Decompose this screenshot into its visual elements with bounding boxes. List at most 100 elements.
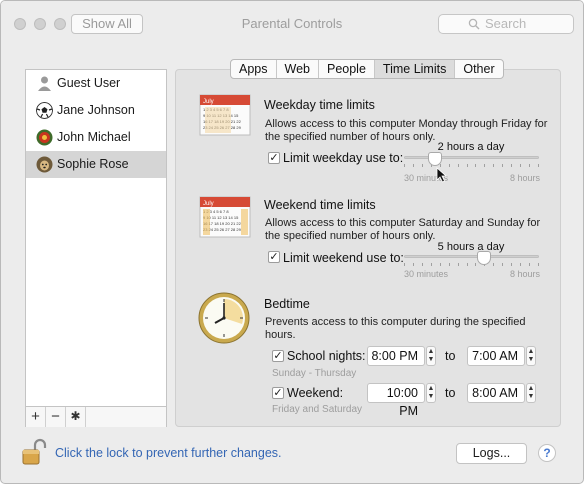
school-nights-from-stepper[interactable]: ▲ ▼ — [426, 346, 436, 366]
mouse-cursor-icon — [436, 167, 448, 183]
weekend-bedtime-checkbox[interactable]: ✓ — [272, 387, 284, 399]
bedtime-clock-icon — [198, 292, 250, 344]
slider-tick — [511, 263, 513, 266]
search-icon — [468, 18, 480, 30]
weekend-checkbox[interactable]: ✓ — [268, 251, 280, 263]
slider-tick — [538, 263, 539, 266]
parental-controls-window: Show All Parental Controls Search Guest … — [0, 0, 584, 484]
soccer-ball-avatar — [36, 102, 53, 119]
school-nights-checkbox[interactable]: ✓ — [272, 350, 284, 362]
slider-tick — [448, 263, 450, 266]
weekday-checkbox-label: Limit weekday use to: — [283, 151, 404, 165]
slider-tick — [412, 263, 414, 266]
user-item-john[interactable]: John Michael — [26, 124, 166, 151]
tab-bar: Apps Web People Time Limits Other — [230, 59, 504, 79]
weekend-bedtime-label: Weekend: — [287, 386, 344, 400]
dog-avatar — [36, 156, 53, 173]
slider-tick — [404, 164, 405, 167]
weekend-title: Weekend time limits — [264, 198, 376, 212]
weekday-title: Weekday time limits — [264, 98, 375, 112]
slider-tick — [412, 164, 414, 167]
slider-tick — [448, 164, 450, 167]
bedtime-title: Bedtime — [264, 297, 310, 311]
user-name: Guest User — [57, 76, 121, 90]
user-item-sophie[interactable]: Sophie Rose — [26, 151, 166, 178]
remove-user-button[interactable]: − — [46, 407, 66, 427]
weekday-calendar-icon: July 1 2 3 4 5 6 7 89 10 11 12 13 14 15 … — [199, 94, 251, 136]
slider-tick — [439, 263, 441, 266]
weekend-checkbox-label: Limit weekend use to: — [283, 251, 404, 265]
weekday-slider[interactable] — [404, 152, 539, 172]
logs-button[interactable]: Logs... — [456, 443, 527, 464]
weekend-to-stepper[interactable]: ▲ ▼ — [526, 383, 536, 403]
calendar-month: July — [203, 99, 214, 105]
slider-tick — [484, 164, 486, 167]
slider-tick — [520, 164, 522, 167]
slider-tick — [493, 164, 495, 167]
tab-time-limits[interactable]: Time Limits — [374, 60, 456, 78]
school-nights-label: School nights: — [287, 349, 366, 363]
slider-tick — [529, 263, 531, 266]
flower-avatar — [36, 129, 53, 146]
slider-tick — [502, 164, 504, 167]
user-list-toolbar: + − ✱ — [26, 406, 166, 427]
user-list: Guest User Jane Johnson John Michael Sop… — [25, 69, 167, 427]
slider-tick — [404, 263, 405, 266]
weekend-days: Friday and Saturday — [272, 404, 363, 415]
slider-tick — [457, 263, 459, 266]
weekend-slider-knob[interactable] — [476, 251, 491, 265]
guest-user-icon — [38, 76, 51, 91]
weekend-calendar-icon: July 1 2 3 4 5 6 7 89 10 11 12 13 14 15 … — [199, 196, 251, 238]
titlebar: Show All Parental Controls Search — [1, 1, 583, 45]
weekend-min-label: 30 minutes — [404, 269, 449, 279]
slider-tick — [493, 263, 495, 266]
tab-apps[interactable]: Apps — [231, 60, 277, 78]
school-nights-from-field[interactable]: 8:00 PM — [367, 346, 425, 366]
slider-tick — [466, 164, 468, 167]
tab-other[interactable]: Other — [455, 60, 502, 78]
user-name: Jane Johnson — [57, 103, 135, 117]
slider-tick — [466, 263, 468, 266]
weekend-slider[interactable] — [404, 251, 539, 271]
weekday-max-label: 8 hours — [510, 173, 541, 183]
slider-tick — [475, 164, 477, 167]
slider-tick — [529, 164, 531, 167]
weekend-description: Allows access to this computer Saturday … — [265, 217, 541, 242]
slider-tick — [511, 164, 513, 167]
weekday-slider-track — [404, 156, 539, 159]
lock-icon[interactable] — [21, 438, 47, 466]
weekend-from-stepper[interactable]: ▲ ▼ — [426, 383, 436, 403]
slider-tick — [475, 263, 477, 266]
weekend-from-field[interactable]: 10:00 PM — [367, 383, 425, 418]
slider-tick — [421, 164, 423, 167]
weekend-to-label: to — [445, 386, 456, 400]
add-user-button[interactable]: + — [26, 407, 46, 427]
slider-tick — [502, 263, 504, 266]
calendar-month: July — [203, 201, 214, 207]
weekday-checkbox[interactable]: ✓ — [268, 152, 280, 164]
help-button[interactable]: ? — [538, 444, 556, 462]
bedtime-description: Prevents access to this computer during … — [265, 316, 526, 341]
gear-icon[interactable]: ✱ — [66, 407, 86, 427]
user-item-guest[interactable]: Guest User — [26, 70, 166, 97]
tab-web[interactable]: Web — [277, 60, 319, 78]
user-item-jane[interactable]: Jane Johnson — [26, 97, 166, 124]
slider-tick — [430, 263, 432, 266]
weekday-description: Allows access to this computer Monday th… — [265, 118, 548, 143]
weekend-to-field[interactable]: 8:00 AM — [467, 383, 525, 403]
school-nights-to-stepper[interactable]: ▲ ▼ — [526, 346, 536, 366]
user-name: John Michael — [57, 130, 131, 144]
slider-tick — [538, 164, 539, 167]
slider-tick — [421, 263, 423, 266]
school-nights-days: Sunday - Thursday — [272, 368, 357, 379]
slider-tick — [457, 164, 459, 167]
weekend-max-label: 8 hours — [510, 269, 541, 279]
search-placeholder: Search — [485, 16, 527, 31]
tab-people[interactable]: People — [319, 60, 375, 78]
user-name: Sophie Rose — [57, 157, 129, 171]
school-nights-to-label: to — [445, 349, 456, 363]
search-field[interactable]: Search — [438, 14, 574, 34]
weekend-slider-track — [404, 255, 539, 258]
school-nights-to-field[interactable]: 7:00 AM — [467, 346, 525, 366]
lock-message-link[interactable]: Click the lock to prevent further change… — [55, 446, 282, 460]
